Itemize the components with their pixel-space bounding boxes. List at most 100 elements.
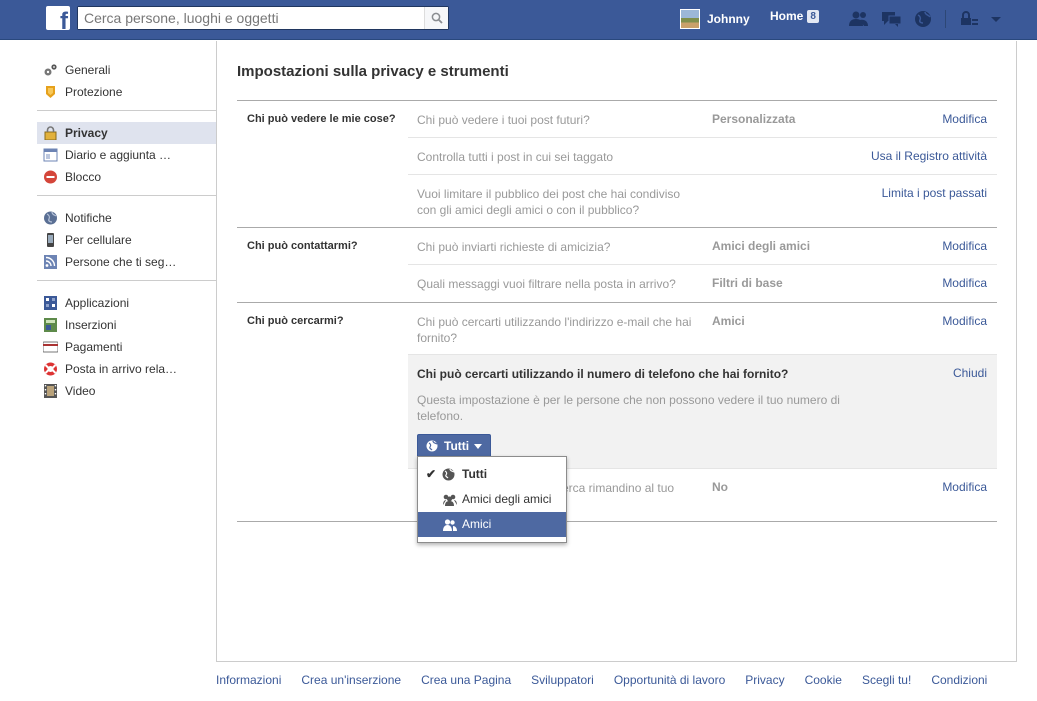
phone-icon bbox=[47, 233, 54, 247]
sidebar-item-posta[interactable]: Posta in arrivo rela… bbox=[37, 358, 216, 380]
sidebar-item-protezione[interactable]: Protezione bbox=[37, 81, 216, 103]
setting-question: Vuoi limitare il pubblico dei post che h… bbox=[417, 187, 681, 217]
setting-value: No bbox=[712, 480, 728, 494]
page-title: Impostazioni sulla privacy e strumenti bbox=[237, 63, 509, 80]
footer-link-sviluppatori[interactable]: Sviluppatori bbox=[531, 673, 594, 687]
top-bar: f Johnny Home 8 bbox=[0, 0, 1037, 40]
notifications-globe-icon[interactable] bbox=[913, 10, 935, 28]
home-count-badge: 8 bbox=[807, 9, 819, 23]
lock-icon bbox=[44, 126, 57, 140]
audience-option-amici-degli-amici[interactable]: Amici degli amici bbox=[418, 487, 566, 512]
facebook-logo-icon[interactable]: f bbox=[46, 6, 70, 30]
setting-question: Chi può cercarti utilizzando l'indirizzo… bbox=[417, 315, 692, 345]
profile-link[interactable]: Johnny bbox=[680, 8, 750, 30]
footer-link-crea-inserzione[interactable]: Crea un'inserzione bbox=[301, 673, 401, 687]
user-name: Johnny bbox=[707, 12, 750, 26]
account-menu-chevron-down-icon[interactable] bbox=[986, 10, 1008, 28]
section-who-can-find: Chi può cercarmi? Chi può cercarti utili… bbox=[237, 303, 997, 521]
block-icon bbox=[44, 170, 57, 184]
sidebar-item-blocco[interactable]: Blocco bbox=[37, 166, 216, 188]
audience-selector-label: Tutti bbox=[444, 439, 470, 453]
sidebar-item-inserzioni[interactable]: Inserzioni bbox=[37, 314, 216, 336]
audience-option-tutti[interactable]: ✔ Tutti bbox=[418, 462, 566, 487]
footer-link-informazioni[interactable]: Informazioni bbox=[216, 673, 281, 687]
setting-value: Personalizzata bbox=[712, 112, 796, 126]
footer-links: Informazioni Crea un'inserzione Crea una… bbox=[216, 673, 1026, 687]
privacy-shortcuts-icon[interactable] bbox=[958, 10, 980, 28]
apps-icon bbox=[44, 296, 57, 310]
sidebar-item-generali[interactable]: Generali bbox=[37, 59, 216, 81]
timeline-icon bbox=[43, 148, 58, 162]
sidebar-item-video[interactable]: Video bbox=[37, 380, 216, 402]
sidebar-item-privacy[interactable]: Privacy bbox=[37, 122, 216, 144]
badge-icon bbox=[46, 86, 55, 98]
limit-past-posts-link[interactable]: Limita i post passati bbox=[882, 186, 987, 200]
setting-question: Chi può cercarti utilizzando il numero d… bbox=[417, 367, 789, 381]
home-label: Home bbox=[770, 9, 804, 23]
section-who-can-contact: Chi può contattarmi? Chi può inviarti ri… bbox=[237, 228, 997, 303]
messages-icon[interactable] bbox=[881, 10, 903, 28]
sidebar-item-label: Protezione bbox=[65, 85, 123, 99]
footer-link-condizioni[interactable]: Condizioni bbox=[931, 673, 987, 687]
sidebar-item-label: Video bbox=[65, 384, 96, 398]
setting-row-expanded-phone: Chi può cercarti utilizzando il numero d… bbox=[408, 355, 997, 469]
sidebar-item-label: Posta in arrivo rela… bbox=[65, 362, 178, 376]
home-link[interactable]: Home 8 bbox=[770, 9, 819, 23]
chevron-down-icon bbox=[474, 443, 483, 449]
search-button[interactable] bbox=[424, 7, 448, 29]
setting-question: Chi può inviarti richieste di amicizia? bbox=[417, 240, 611, 254]
settings-sidebar: Generali Protezione Privacy Diario e agg… bbox=[37, 56, 216, 417]
setting-row[interactable]: Vuoi limitare il pubblico dei post che h… bbox=[408, 175, 997, 227]
sidebar-item-label: Applicazioni bbox=[65, 296, 130, 310]
footer-link-lavoro[interactable]: Opportunità di lavoro bbox=[614, 673, 725, 687]
edit-link[interactable]: Modifica bbox=[942, 112, 987, 126]
setting-row[interactable]: Quali messaggi vuoi filtrare nella posta… bbox=[408, 265, 997, 302]
sidebar-group-notifications: Notifiche Per cellulare Persone che ti s… bbox=[37, 204, 216, 281]
sidebar-item-notifiche[interactable]: Notifiche bbox=[37, 207, 216, 229]
edit-link[interactable]: Modifica bbox=[942, 276, 987, 290]
setting-value: Amici bbox=[712, 314, 745, 328]
section-label: Chi può contattarmi? bbox=[247, 240, 358, 252]
setting-question: Controlla tutti i post in cui sei taggat… bbox=[417, 150, 614, 164]
sidebar-item-cellulare[interactable]: Per cellulare bbox=[37, 229, 216, 251]
audience-dropdown-menu: ✔ Tutti Amici degli amici Amici bbox=[417, 456, 567, 543]
setting-question: cerca rimandino al tuo bbox=[556, 481, 675, 495]
gears-icon bbox=[44, 64, 57, 76]
setting-row[interactable]: Chi può cercarti utilizzando l'indirizzo… bbox=[408, 303, 997, 355]
footer-link-cookie[interactable]: Cookie bbox=[805, 673, 842, 687]
audience-option-label: Tutti bbox=[462, 467, 488, 481]
edit-link[interactable]: Modifica bbox=[942, 239, 987, 253]
topbar-separator bbox=[945, 10, 946, 28]
search-input[interactable] bbox=[78, 7, 424, 29]
search-icon bbox=[431, 12, 443, 24]
setting-value: Amici degli amici bbox=[712, 239, 811, 253]
audience-option-amici[interactable]: Amici bbox=[418, 512, 566, 537]
setting-row[interactable]: Chi può inviarti richieste di amicizia? … bbox=[408, 228, 997, 265]
settings-content: Impostazioni sulla privacy e strumenti C… bbox=[216, 41, 1017, 662]
sidebar-item-label: Blocco bbox=[65, 170, 102, 184]
sidebar-item-label: Per cellulare bbox=[65, 233, 132, 247]
sidebar-item-pagamenti[interactable]: Pagamenti bbox=[37, 336, 216, 358]
sidebar-item-followers[interactable]: Persone che ti seg… bbox=[37, 251, 216, 273]
footer-link-privacy[interactable]: Privacy bbox=[745, 673, 784, 687]
sidebar-item-label: Generali bbox=[65, 63, 111, 77]
section-label: Chi può vedere le mie cose? bbox=[247, 113, 396, 125]
globe-icon bbox=[442, 468, 455, 481]
audience-selector-button[interactable]: Tutti bbox=[417, 434, 492, 458]
section-label: Chi può cercarmi? bbox=[247, 315, 344, 327]
setting-row[interactable]: Chi può vedere i tuoi post futuri? Perso… bbox=[408, 101, 997, 138]
close-link[interactable]: Chiudi bbox=[953, 366, 987, 380]
setting-question: Chi può vedere i tuoi post futuri? bbox=[417, 113, 590, 127]
friend-requests-icon[interactable] bbox=[848, 10, 870, 28]
footer-link-scegli-tu[interactable]: Scegli tu! bbox=[862, 673, 911, 687]
sidebar-item-applicazioni[interactable]: Applicazioni bbox=[37, 292, 216, 314]
footer-link-crea-pagina[interactable]: Crea una Pagina bbox=[421, 673, 511, 687]
activity-log-link[interactable]: Usa il Registro attività bbox=[871, 149, 987, 163]
sidebar-item-diario[interactable]: Diario e aggiunta … bbox=[37, 144, 216, 166]
edit-link[interactable]: Modifica bbox=[942, 314, 987, 328]
setting-row[interactable]: Controlla tutti i post in cui sei taggat… bbox=[408, 138, 997, 175]
sidebar-item-label: Inserzioni bbox=[65, 318, 117, 332]
audience-option-label: Amici bbox=[462, 517, 492, 531]
edit-link[interactable]: Modifica bbox=[942, 480, 987, 494]
setting-value: Filtri di base bbox=[712, 276, 783, 290]
